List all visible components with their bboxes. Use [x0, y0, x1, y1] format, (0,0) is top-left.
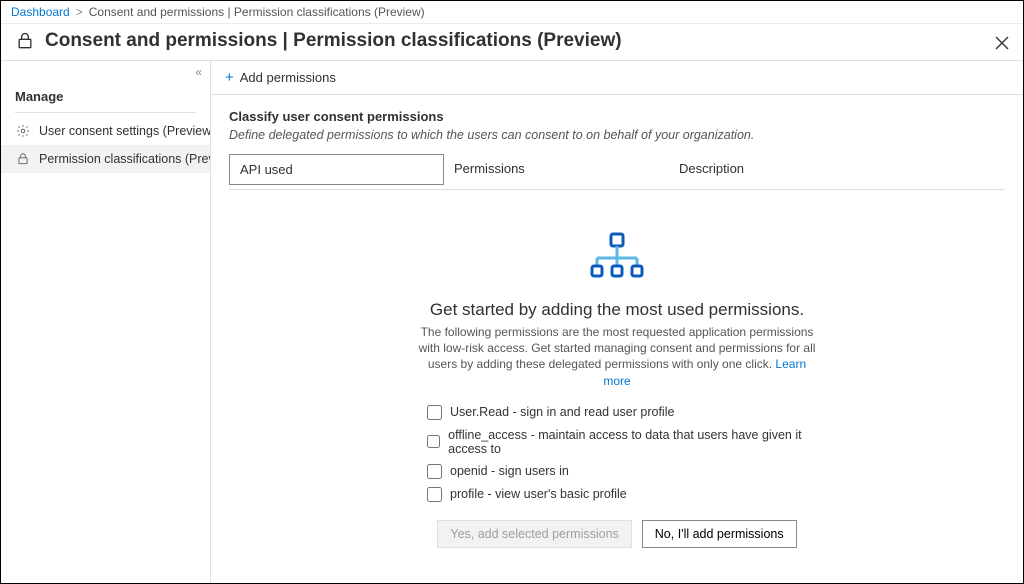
permission-label: User.Read - sign in and read user profil… [450, 405, 674, 419]
title-bar: Consent and permissions | Permission cla… [1, 24, 1023, 60]
checkbox[interactable] [427, 434, 440, 449]
content-area: Classify user consent permissions Define… [211, 95, 1023, 562]
permission-label: profile - view user's basic profile [450, 487, 627, 501]
permission-check-profile[interactable]: profile - view user's basic profile [427, 483, 807, 506]
permission-checklist: User.Read - sign in and read user profil… [427, 401, 807, 506]
sidebar-item-permission-classifications[interactable]: Permission classifications (Previ... [1, 145, 210, 173]
page-title: Consent and permissions | Permission cla… [45, 30, 622, 52]
empty-state: Get started by adding the most used perm… [229, 232, 1005, 548]
breadcrumb-current: Consent and permissions | Permission cla… [89, 5, 425, 19]
section-heading: Classify user consent permissions [229, 109, 1005, 124]
empty-buttons: Yes, add selected permissions No, I'll a… [437, 520, 796, 548]
add-permissions-label: Add permissions [240, 70, 336, 85]
command-bar: + Add permissions [211, 61, 1023, 95]
permission-label: offline_access - maintain access to data… [448, 428, 807, 456]
breadcrumb-separator: > [76, 5, 83, 19]
hierarchy-icon [587, 232, 647, 284]
no-add-permissions-button[interactable]: No, I'll add permissions [642, 520, 797, 548]
sidebar-item-label: User consent settings (Preview) [39, 124, 210, 138]
permission-check-user-read[interactable]: User.Read - sign in and read user profil… [427, 401, 807, 424]
add-permissions-button[interactable]: + Add permissions [225, 69, 336, 86]
close-button[interactable] [991, 32, 1013, 54]
sidebar-section-label: Manage [1, 79, 210, 112]
main-panel: + Add permissions Classify user consent … [211, 61, 1023, 583]
permission-check-openid[interactable]: openid - sign users in [427, 460, 807, 483]
lock-icon [15, 151, 31, 167]
checkbox[interactable] [427, 487, 442, 502]
permission-check-offline-access[interactable]: offline_access - maintain access to data… [427, 424, 807, 460]
table-header-row: API used Permissions Description [229, 154, 1005, 185]
plus-icon: + [225, 69, 234, 86]
empty-blurb: The following permissions are the most r… [417, 324, 817, 389]
lock-icon [15, 31, 35, 51]
sidebar-item-label: Permission classifications (Previ... [39, 152, 210, 166]
column-divider [229, 189, 1005, 190]
sidebar: « Manage User consent settings (Preview)… [1, 61, 211, 583]
sidebar-divider [15, 112, 196, 113]
permission-label: openid - sign users in [450, 464, 569, 478]
column-permissions[interactable]: Permissions [444, 154, 669, 185]
section-subtitle: Define delegated permissions to which th… [229, 128, 1005, 142]
breadcrumb: Dashboard > Consent and permissions | Pe… [1, 1, 1023, 24]
gear-icon [15, 123, 31, 139]
empty-headline: Get started by adding the most used perm… [430, 300, 804, 320]
yes-add-selected-button: Yes, add selected permissions [437, 520, 631, 548]
sidebar-item-user-consent-settings[interactable]: User consent settings (Preview) [1, 117, 210, 145]
checkbox[interactable] [427, 405, 442, 420]
column-description[interactable]: Description [669, 154, 1005, 185]
breadcrumb-root[interactable]: Dashboard [11, 5, 70, 19]
checkbox[interactable] [427, 464, 442, 479]
sidebar-collapse[interactable]: « [1, 61, 210, 79]
column-api-used[interactable]: API used [229, 154, 444, 185]
